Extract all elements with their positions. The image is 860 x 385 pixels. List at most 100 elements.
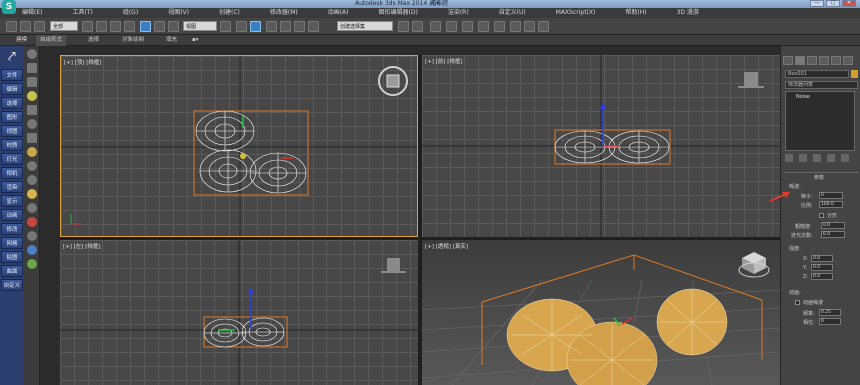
- left-btn-edit[interactable]: 编辑: [1, 83, 23, 95]
- leaf-icon[interactable]: [26, 259, 37, 269]
- viewport-perspective-label[interactable]: [+] [透视] [真实]: [425, 242, 468, 250]
- render-teapot-icon[interactable]: [538, 21, 549, 32]
- menu-tools[interactable]: 工具(T): [72, 8, 92, 18]
- ribbon-tab-selection[interactable]: 选择: [88, 35, 99, 46]
- layer-manager-icon[interactable]: [430, 21, 441, 32]
- viewport-top[interactable]: [+] [顶] [线框]: [60, 55, 418, 237]
- menu-graph-editors[interactable]: 图形编辑器(D): [379, 8, 418, 18]
- select-manipulate-icon[interactable]: [236, 21, 247, 32]
- viewport-front[interactable]: [+] [前] [线框]: [422, 55, 780, 237]
- rect-selection-icon[interactable]: [110, 21, 121, 32]
- render-setup-icon[interactable]: [510, 21, 521, 32]
- roughness-spinner[interactable]: 0.0: [821, 222, 845, 229]
- menu-group[interactable]: 组(G): [123, 8, 138, 18]
- menu-edit[interactable]: 编辑(E): [22, 8, 42, 18]
- left-btn-customize[interactable]: 自定义: [1, 279, 23, 291]
- modify-tab-icon[interactable]: [795, 56, 805, 65]
- fractal-checkbox[interactable]: [819, 213, 824, 218]
- parameters-rollout[interactable]: 参数: [784, 172, 858, 181]
- configure-sets-icon[interactable]: [841, 154, 849, 162]
- strength-z-spinner[interactable]: 0.0: [811, 273, 833, 280]
- viewport-top-label[interactable]: [+] [顶] [线框]: [64, 58, 101, 66]
- scale-icon[interactable]: [168, 21, 179, 32]
- left-btn-map[interactable]: 贴图: [1, 251, 23, 263]
- left-btn-shape[interactable]: 图形: [1, 111, 23, 123]
- left-btn-view[interactable]: 视图: [1, 125, 23, 137]
- left-btn-file[interactable]: 文件: [1, 69, 23, 81]
- viewport-left-label[interactable]: [+] [左] [线框]: [63, 242, 100, 250]
- menu-view[interactable]: 视图(V): [168, 8, 189, 18]
- mirror-icon[interactable]: [398, 21, 409, 32]
- minimize-button[interactable]: —: [810, 0, 824, 7]
- link-icon[interactable]: [34, 21, 45, 32]
- scale-spinner[interactable]: 100.0: [819, 201, 843, 208]
- display-tab-icon[interactable]: [831, 56, 841, 65]
- menu-create[interactable]: 创建(C): [219, 8, 240, 18]
- material-editor-icon[interactable]: [494, 21, 505, 32]
- left-btn-select[interactable]: 选择: [1, 97, 23, 109]
- named-selection-dropdown[interactable]: 创建选择集: [337, 21, 393, 31]
- left-btn-mesh[interactable]: 网格: [1, 237, 23, 249]
- left-btn-light[interactable]: 灯光: [1, 153, 23, 165]
- menu-animation[interactable]: 动画(A): [328, 8, 349, 18]
- percent-snap-icon[interactable]: [294, 21, 305, 32]
- phase-spinner[interactable]: 0: [819, 318, 841, 325]
- moon-icon[interactable]: [26, 119, 37, 129]
- cylinder-icon[interactable]: [26, 77, 37, 87]
- menu-rendering[interactable]: 渲染(R): [448, 8, 469, 18]
- show-end-result-icon[interactable]: [799, 154, 807, 162]
- sphere-icon[interactable]: [26, 49, 37, 59]
- close-button[interactable]: ✕: [842, 0, 856, 7]
- graphite-toggle-icon[interactable]: [446, 21, 457, 32]
- frequency-spinner[interactable]: 0.25: [819, 309, 841, 316]
- left-btn-material[interactable]: 材质: [1, 139, 23, 151]
- object-name-field[interactable]: Box001: [785, 70, 849, 78]
- strength-x-spinner[interactable]: 0.0: [811, 255, 833, 262]
- ribbon-tab-freeform[interactable]: 自由形式: [36, 35, 67, 46]
- create-tab-icon[interactable]: [783, 56, 793, 65]
- left-btn-display[interactable]: 显示: [1, 195, 23, 207]
- sun-icon[interactable]: [26, 147, 37, 157]
- grid-icon[interactable]: [26, 105, 37, 115]
- utilities-tab-icon[interactable]: [843, 56, 853, 65]
- helper-icon[interactable]: [26, 217, 37, 227]
- motion-tab-icon[interactable]: [819, 56, 829, 65]
- cube-icon[interactable]: [26, 245, 37, 255]
- window-crossing-icon[interactable]: [124, 21, 135, 32]
- torus-icon[interactable]: [26, 161, 37, 171]
- teapot-icon[interactable]: [26, 189, 37, 199]
- curve-editor-icon[interactable]: [462, 21, 473, 32]
- hierarchy-icon[interactable]: [26, 231, 37, 241]
- align-icon[interactable]: [412, 21, 423, 32]
- left-btn-animation[interactable]: 动画: [1, 209, 23, 221]
- globe-icon[interactable]: [26, 203, 37, 213]
- box-icon[interactable]: [26, 63, 37, 73]
- remove-modifier-icon[interactable]: [827, 154, 835, 162]
- select-object-icon[interactable]: [82, 21, 93, 32]
- seed-spinner[interactable]: 0: [819, 192, 843, 199]
- menu-modifiers[interactable]: 修改器(M): [270, 8, 298, 18]
- schematic-view-icon[interactable]: [478, 21, 489, 32]
- rendered-frame-icon[interactable]: [524, 21, 535, 32]
- keyboard-shortcut-icon[interactable]: [250, 21, 261, 32]
- stack-item-noise[interactable]: Noise: [786, 92, 854, 100]
- undo-icon[interactable]: [6, 21, 17, 32]
- select-by-name-icon[interactable]: [96, 21, 107, 32]
- viewport-left[interactable]: [+] [左] [线框]: [60, 240, 418, 385]
- app-icon[interactable]: S: [2, 0, 16, 14]
- menu-customize[interactable]: 自定义(U): [499, 8, 526, 18]
- angle-snap-icon[interactable]: [280, 21, 291, 32]
- light-icon[interactable]: [26, 91, 37, 101]
- iterations-spinner[interactable]: 6.0: [821, 231, 845, 238]
- hierarchy-tab-icon[interactable]: [807, 56, 817, 65]
- pin-stack-icon[interactable]: [785, 154, 793, 162]
- viewport-perspective[interactable]: [+] [透视] [真实]: [422, 240, 780, 385]
- strength-y-spinner[interactable]: 0.0: [811, 264, 833, 271]
- move-icon[interactable]: [140, 21, 151, 32]
- menu-3d-walk[interactable]: 3D 漫游: [677, 8, 699, 18]
- object-color-swatch[interactable]: [851, 70, 858, 78]
- left-btn-surface[interactable]: 曲面: [1, 265, 23, 277]
- left-btn-render[interactable]: 渲染: [1, 181, 23, 193]
- spinner-snap-icon[interactable]: [308, 21, 319, 32]
- menu-help[interactable]: 帮助(H): [625, 8, 646, 18]
